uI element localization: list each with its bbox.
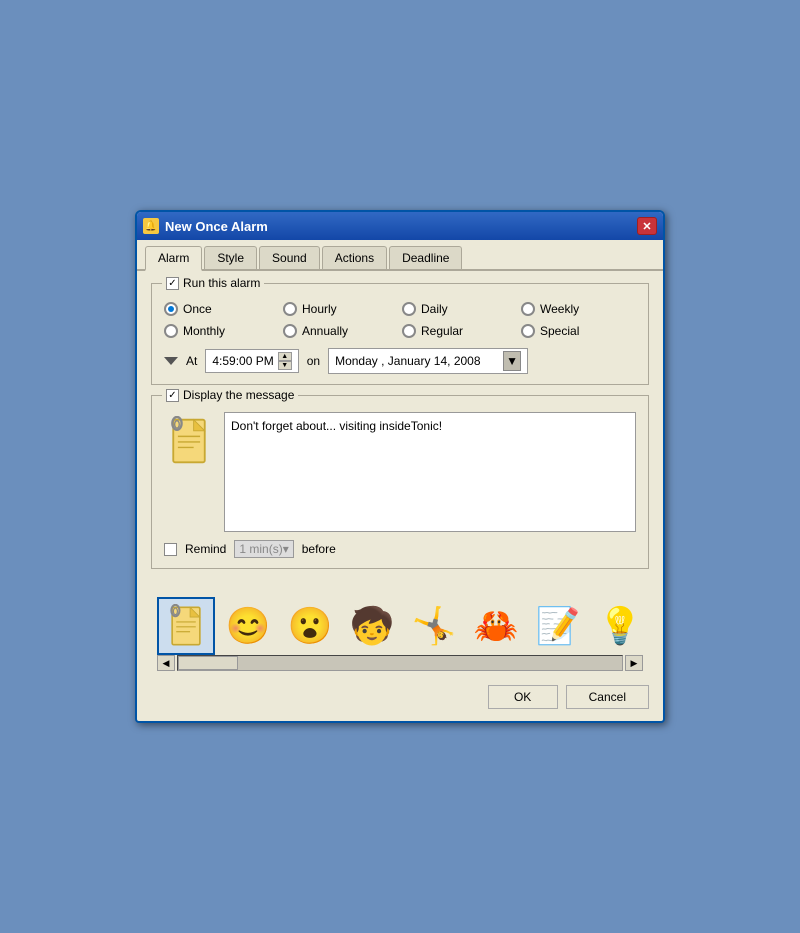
- note-icon: [164, 412, 214, 532]
- title-bar: 🔔 New Once Alarm ✕: [137, 212, 663, 240]
- icon-item-lightbulb[interactable]: 💡: [591, 597, 649, 655]
- radio-once-btn[interactable]: [164, 302, 178, 316]
- display-message-checkbox[interactable]: [166, 389, 179, 402]
- radio-weekly[interactable]: Weekly: [521, 302, 636, 316]
- tab-sound[interactable]: Sound: [259, 246, 320, 269]
- on-label: on: [307, 354, 320, 368]
- close-button[interactable]: ✕: [637, 217, 657, 235]
- message-textarea[interactable]: [224, 412, 636, 532]
- tab-content: Run this alarm Once Hourly Daily: [137, 271, 663, 591]
- dialog-window: 🔔 New Once Alarm ✕ Alarm Style Sound Act…: [135, 210, 665, 723]
- run-alarm-label: Run this alarm: [183, 276, 260, 290]
- message-wrapper: [164, 412, 636, 532]
- window-title: New Once Alarm: [165, 219, 268, 234]
- message-group: Display the message: [151, 395, 649, 569]
- radio-daily[interactable]: Daily: [402, 302, 517, 316]
- radio-regular-btn[interactable]: [402, 324, 416, 338]
- radio-monthly[interactable]: Monthly: [164, 324, 279, 338]
- tab-deadline[interactable]: Deadline: [389, 246, 462, 269]
- scroll-thumb[interactable]: [178, 656, 238, 670]
- time-spinner: ▲ ▼: [278, 352, 292, 370]
- date-value: Monday , January 14, 2008: [335, 354, 480, 368]
- at-row: At 4:59:00 PM ▲ ▼ on Monday , January 14…: [164, 348, 636, 374]
- radio-weekly-label: Weekly: [540, 302, 579, 316]
- icon-scrollbar: ◀ ▶: [151, 655, 649, 675]
- remind-label: Remind: [185, 542, 226, 556]
- radio-weekly-btn[interactable]: [521, 302, 535, 316]
- scroll-track[interactable]: [177, 655, 623, 671]
- radio-annually-btn[interactable]: [283, 324, 297, 338]
- radio-annually-label: Annually: [302, 324, 348, 338]
- cancel-button[interactable]: Cancel: [566, 685, 649, 709]
- remind-checkbox[interactable]: [164, 543, 177, 556]
- icon-item-note[interactable]: [157, 597, 215, 655]
- date-dropdown[interactable]: Monday , January 14, 2008 ▼: [328, 348, 528, 374]
- icon-item-jump[interactable]: 🤸: [405, 597, 463, 655]
- ok-button[interactable]: OK: [488, 685, 558, 709]
- button-row: OK Cancel: [137, 675, 663, 721]
- radio-once[interactable]: Once: [164, 302, 279, 316]
- icon-item-notepad[interactable]: 📝: [529, 597, 587, 655]
- tab-alarm[interactable]: Alarm: [145, 246, 202, 271]
- tab-bar: Alarm Style Sound Actions Deadline: [137, 240, 663, 271]
- radio-hourly-label: Hourly: [302, 302, 337, 316]
- radio-daily-btn[interactable]: [402, 302, 416, 316]
- icon-item-surprised[interactable]: 😮: [281, 597, 339, 655]
- radio-special[interactable]: Special: [521, 324, 636, 338]
- radio-daily-label: Daily: [421, 302, 448, 316]
- radio-annually[interactable]: Annually: [283, 324, 398, 338]
- radio-special-btn[interactable]: [521, 324, 535, 338]
- scroll-left-btn[interactable]: ◀: [157, 655, 175, 671]
- remind-mins[interactable]: 1 min(s)▾: [234, 540, 293, 558]
- tab-actions[interactable]: Actions: [322, 246, 387, 269]
- icon-item-person[interactable]: 🧒: [343, 597, 401, 655]
- recurrence-grid: Once Hourly Daily Weekly Monthly: [164, 302, 636, 338]
- date-dropdown-arrow[interactable]: ▼: [503, 351, 521, 371]
- radio-monthly-label: Monthly: [183, 324, 225, 338]
- remind-before-label: before: [302, 542, 336, 556]
- icon-strip: 😊 😮 🧒 🤸 🦀 📝 💡: [151, 591, 649, 655]
- radio-monthly-btn[interactable]: [164, 324, 178, 338]
- tab-style[interactable]: Style: [204, 246, 257, 269]
- scroll-right-btn[interactable]: ▶: [625, 655, 643, 671]
- time-spin-up[interactable]: ▲: [278, 352, 292, 361]
- icon-item-creature[interactable]: 🦀: [467, 597, 525, 655]
- at-label: At: [186, 354, 197, 368]
- remind-row: Remind 1 min(s)▾ before: [164, 540, 636, 558]
- time-spin-down[interactable]: ▼: [278, 361, 292, 370]
- window-icon: 🔔: [143, 218, 159, 234]
- time-value: 4:59:00 PM: [212, 354, 273, 368]
- radio-special-label: Special: [540, 324, 579, 338]
- icon-strip-container: 😊 😮 🧒 🤸 🦀 📝 💡 ◀ ▶: [137, 591, 663, 675]
- display-message-label: Display the message: [183, 388, 294, 402]
- radio-hourly[interactable]: Hourly: [283, 302, 398, 316]
- radio-once-label: Once: [183, 302, 212, 316]
- expand-triangle[interactable]: [164, 357, 178, 365]
- alarm-group: Run this alarm Once Hourly Daily: [151, 283, 649, 385]
- radio-regular-label: Regular: [421, 324, 463, 338]
- time-input[interactable]: 4:59:00 PM ▲ ▼: [205, 349, 298, 373]
- icon-item-smile[interactable]: 😊: [219, 597, 277, 655]
- radio-hourly-btn[interactable]: [283, 302, 297, 316]
- run-alarm-checkbox[interactable]: [166, 277, 179, 290]
- radio-regular[interactable]: Regular: [402, 324, 517, 338]
